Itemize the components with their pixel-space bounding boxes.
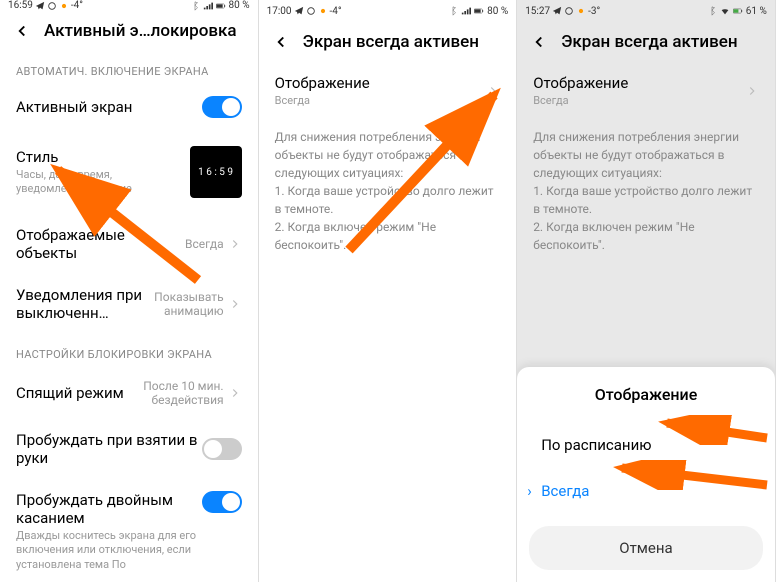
chevron-right-icon [486, 84, 500, 98]
page-title: Активный э…локировка [44, 21, 237, 41]
row-subtitle: Дважды коснитесь экрана для его включени… [16, 529, 202, 572]
telegram-icon [552, 6, 562, 16]
row-displayed-objects[interactable]: Отображаемые объекты Всегда [0, 214, 258, 274]
chevron-left-icon [530, 33, 548, 51]
row-value: После 10 мин. бездействия [134, 379, 224, 407]
bluetooth-icon [448, 6, 458, 16]
back-button[interactable] [271, 32, 291, 52]
page-title: Экран всегда активен [303, 32, 479, 52]
chevron-right-icon [228, 386, 242, 400]
sheet-option-schedule[interactable]: По расписанию [517, 422, 775, 468]
status-time: 16:59 [8, 0, 33, 11]
row-display[interactable]: Отображение Всегда [259, 62, 517, 120]
row-label: Отображаемые объекты [16, 226, 185, 262]
screen-2: 17:00 -4° 80 % Экран всегда активен Отоб… [259, 0, 518, 582]
row-label: Отображение [533, 74, 745, 92]
statusbar: 15:27 -3° 61 % [517, 0, 775, 22]
sheet-option-always[interactable]: Всегда [517, 468, 775, 514]
battery-icon [474, 6, 484, 16]
chevron-right-icon [228, 297, 242, 311]
sun-icon [318, 6, 328, 16]
sheet-cancel-button[interactable]: Отмена [529, 526, 763, 570]
header: Активный э…локировка [0, 11, 258, 51]
status-battery: 80 % [487, 6, 508, 17]
bluetooth-icon [190, 1, 200, 11]
row-notifications[interactable]: Уведомления при выключенн… Показывать ан… [0, 274, 258, 334]
header: Экран всегда активен [517, 22, 775, 62]
circle-icon [306, 6, 316, 16]
row-value: Всегда [533, 94, 745, 108]
row-label: Пробуждать при взятии в руки [16, 431, 202, 467]
bluetooth-icon [707, 6, 717, 16]
row-value: Показывать анимацию [144, 290, 224, 318]
row-display: Отображение Всегда [517, 62, 775, 120]
battery-icon [216, 1, 226, 11]
section-header-auto: АВТОМАТИЧ. ВКЛЮЧЕНИЕ ЭКРАНА [0, 51, 258, 84]
row-active-screen[interactable]: Активный экран [0, 84, 258, 130]
wifi-icon [720, 6, 730, 16]
circle-icon [47, 1, 57, 11]
row-label: Активный экран [16, 98, 202, 116]
status-battery: 61 % [746, 6, 767, 17]
row-wake-tap[interactable]: Пробуждать двойным касанием Дважды косни… [0, 479, 258, 582]
row-label: Спящий режим [16, 384, 134, 402]
status-battery: 80 % [229, 0, 250, 11]
circle-icon [564, 6, 574, 16]
toggle-wake-tap[interactable] [202, 491, 242, 513]
chevron-left-icon [272, 33, 290, 51]
battery-icon [733, 6, 743, 16]
screen-1: 16:59 -4° 80 % Активный э…локировка АВТО… [0, 0, 259, 582]
header: Экран всегда активен [259, 22, 517, 62]
description-text: Для снижения потребления энергии объекты… [259, 120, 517, 262]
toggle-active-screen[interactable] [202, 96, 242, 118]
statusbar: 16:59 -4° 80 % [0, 0, 258, 11]
telegram-icon [35, 1, 45, 11]
signal-icon [461, 6, 471, 16]
row-value: Всегда [275, 94, 487, 108]
row-label: Пробуждать двойным касанием [16, 491, 202, 527]
section-header-lock: НАСТРОЙКИ БЛОКИРОВКИ ЭКРАНА [0, 334, 258, 367]
back-button[interactable] [12, 21, 32, 41]
screen-3: 15:27 -3° 61 % Экран всегда активен Отоб… [517, 0, 776, 582]
row-sleep[interactable]: Спящий режим После 10 мин. бездействия [0, 367, 258, 419]
signal-icon [203, 1, 213, 11]
row-subtitle: Часы, дата, время, уведомления и другие [16, 168, 182, 197]
bottom-sheet: Отображение По расписанию Всегда Отмена [517, 367, 775, 582]
description-text: Для снижения потребления энергии объекты… [517, 120, 775, 262]
chevron-right-icon [745, 84, 759, 98]
style-thumbnail: 1 6 : 5 9 [190, 146, 242, 198]
chevron-right-icon [228, 237, 242, 251]
row-wake-hand[interactable]: Пробуждать при взятии в руки [0, 419, 258, 479]
back-button[interactable] [529, 32, 549, 52]
status-temp: -3° [588, 6, 600, 17]
statusbar: 17:00 -4° 80 % [259, 0, 517, 22]
chevron-left-icon [13, 22, 31, 40]
toggle-wake-hand[interactable] [202, 438, 242, 460]
status-temp: -4° [330, 6, 342, 17]
row-style[interactable]: Стиль Часы, дата, время, уведомления и д… [0, 130, 258, 214]
row-label: Уведомления при выключенн… [16, 286, 144, 322]
sheet-title: Отображение [517, 367, 775, 422]
row-value: Всегда [185, 237, 224, 251]
sun-icon [59, 1, 69, 11]
status-time: 17:00 [267, 6, 292, 17]
status-temp: -4° [71, 0, 83, 11]
sun-icon [576, 6, 586, 16]
row-label: Отображение [275, 74, 487, 92]
status-time: 15:27 [525, 6, 550, 17]
page-title: Экран всегда активен [561, 32, 737, 52]
telegram-icon [294, 6, 304, 16]
row-label: Стиль [16, 148, 182, 166]
